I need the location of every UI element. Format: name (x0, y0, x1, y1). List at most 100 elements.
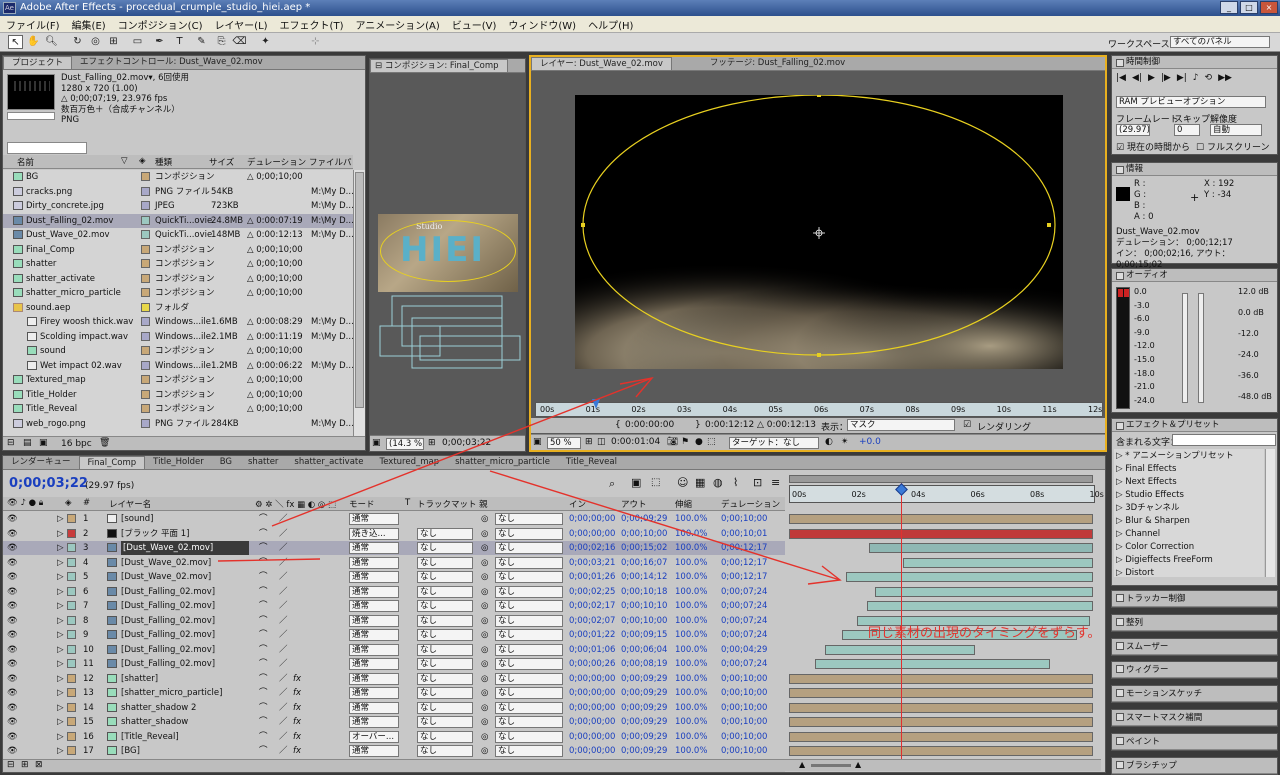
shy-switch-icon[interactable]: ⌒ (259, 512, 268, 526)
expand-triangle-icon[interactable]: ▷ (57, 599, 64, 613)
layer-str[interactable]: 100.0% (675, 657, 707, 671)
shy-switch-icon[interactable]: ⌒ (259, 614, 268, 628)
table-row[interactable]: 👁︎ ▷ 14 shatter_shadow 2 ⌒ ／ fx 通常 なし ◎ なし 0;00;00;… (3, 701, 785, 715)
list-item[interactable]: shatter コンポジション △ 0;00;10;00 (3, 257, 353, 271)
layer-bar[interactable] (845, 572, 1093, 582)
menu-item-5[interactable]: アニメーション(A) (349, 17, 445, 32)
expand-triangle-icon[interactable]: ▷ (57, 541, 64, 555)
expand-triangle-icon[interactable]: ▷ (1116, 529, 1125, 539)
hide-shy-icon[interactable]: ☺ (677, 476, 688, 489)
layer-out[interactable]: 0;00;09;29 (621, 512, 667, 526)
effect-category[interactable]: ▷ Final Effects (1116, 462, 1176, 476)
layer-in[interactable]: 0;00;00;00 (569, 715, 615, 729)
search-layer-icon[interactable]: ⌕ (609, 477, 615, 491)
shy-switch-icon[interactable]: ⌒ (259, 599, 268, 613)
table-row[interactable]: 👁︎ ▷ 10 [Dust_Falling_02.mov] ⌒ ／ 通常 なし ◎ なし 0;00;… (3, 643, 785, 657)
comp-time-display[interactable]: 0;00;03;22 (442, 438, 491, 448)
list-item[interactable]: Dirty_concrete.jpg JPEG 723KB M:\My D... (3, 199, 353, 213)
visibility-icon[interactable]: 👁︎ (7, 585, 18, 599)
table-row[interactable]: 👁︎ ▷ 2 [ブラック 平面 1] ⌒ ／ 焼き込... なし ◎ なし 0;00;00;00 0;… (3, 527, 785, 541)
pick-whip-icon[interactable]: ◎ (481, 527, 488, 541)
col-parent[interactable]: 親 (479, 498, 488, 510)
layer-label-swatch[interactable] (67, 557, 76, 567)
collapsed-panel-header[interactable]: 整列 (1112, 614, 1277, 631)
collapsed-panel-header[interactable]: モーションスケッチ (1112, 686, 1277, 703)
mode-select[interactable]: オーバー... (349, 730, 399, 743)
col-out[interactable]: アウト (621, 498, 647, 510)
layer-str[interactable]: 100.0% (675, 599, 707, 613)
parent-select[interactable]: なし (495, 730, 563, 743)
pick-whip-icon[interactable]: ◎ (481, 657, 488, 671)
pick-whip-icon[interactable]: ◎ (481, 570, 488, 584)
mode-select[interactable]: 通常 (349, 542, 399, 554)
col-size[interactable]: サイズ (209, 156, 234, 168)
menu-item-4[interactable]: エフェクト(T) (274, 17, 350, 32)
tab-timeline-1[interactable]: Final_Comp (78, 456, 146, 469)
effect-switch-icon[interactable]: fx (293, 686, 301, 700)
menu-item-8[interactable]: ヘルプ(H) (582, 17, 639, 32)
layer-bar[interactable] (789, 717, 1093, 727)
layer-in[interactable]: 0;00;00;00 (569, 730, 615, 744)
visibility-icon[interactable]: 👁︎ (7, 701, 18, 715)
layer-label-swatch[interactable] (67, 630, 76, 639)
tab-timeline-3[interactable]: BG (212, 456, 240, 469)
layer-label-swatch[interactable] (67, 615, 76, 625)
timeline-menu-icon[interactable]: ≡ (771, 476, 780, 489)
mode-select[interactable]: 通常 (349, 585, 399, 598)
layer-zoom-select[interactable]: 50 % (547, 437, 581, 449)
trackmatte-select[interactable]: なし (417, 527, 473, 540)
layer-switches-icon[interactable]: ⚙ ✲ ＼ fx ▦ ◐ ◎ ⬚ (255, 498, 336, 510)
info-header[interactable]: 情報 (1112, 163, 1277, 176)
layer-in[interactable]: 0;00;03;21 (569, 556, 615, 570)
effect-switch-icon[interactable]: fx (293, 715, 301, 729)
layer-in[interactable]: 0;00;00;00 (569, 527, 615, 541)
expand-triangle-icon[interactable]: ▷ (1116, 464, 1125, 474)
expand-triangle-icon[interactable]: ▷ (57, 715, 64, 729)
grid-icon[interactable]: ⊞ (585, 437, 593, 447)
trackmatte-select[interactable]: なし (417, 585, 473, 598)
trackmatte-select[interactable]: なし (417, 556, 473, 569)
layer-out[interactable]: 0;00;06;04 (621, 643, 667, 657)
display-select[interactable]: マスク (847, 419, 955, 431)
menu-item-3[interactable]: レイヤー(L) (208, 17, 273, 32)
prev-frame-icon[interactable]: ◀| (1132, 73, 1142, 83)
first-frame-icon[interactable]: |◀ (1116, 73, 1126, 83)
timeline-ruler[interactable]: 00s 02s 04s 06s 08s 10s (789, 485, 1104, 503)
visibility-icon[interactable]: 👁︎ (7, 657, 18, 671)
list-item[interactable]: Textured_map コンポジション △ 0;00;10;00 (3, 373, 353, 387)
layer-str[interactable]: 100.0% (675, 672, 707, 686)
layer-name[interactable]: shatter_shadow (121, 715, 188, 729)
menu-item-0[interactable]: ファイル(F) (0, 17, 66, 32)
label-swatch[interactable] (141, 215, 150, 225)
layer-dur[interactable]: 0;00;10;00 (721, 744, 767, 758)
layer-str[interactable]: 100.0% (675, 585, 707, 599)
mode-select[interactable]: 通常 (349, 687, 399, 699)
trackmatte-select[interactable]: なし (417, 600, 473, 612)
layer-canvas[interactable] (575, 95, 1063, 369)
effect-category[interactable]: ▷ Distort (1116, 566, 1154, 577)
layer-out[interactable]: 0;00;09;29 (621, 730, 667, 744)
pick-whip-icon[interactable]: ◎ (481, 686, 488, 700)
pick-whip-icon[interactable]: ◎ (481, 512, 488, 526)
mode-select[interactable]: 通常 (349, 614, 399, 627)
pick-whip-icon[interactable]: ◎ (481, 672, 488, 686)
collapsed-panel-header[interactable]: スマートマスク補間 (1112, 710, 1277, 726)
expand-triangle-icon[interactable]: ▷ (57, 556, 64, 570)
expand-triangle-icon[interactable]: ▷ (1116, 490, 1125, 500)
project-scrollbar[interactable] (353, 170, 365, 436)
mode-select[interactable]: 焼き込... (349, 527, 399, 540)
label-swatch[interactable] (141, 288, 150, 297)
effects-search-input[interactable] (1172, 434, 1276, 446)
mode-select[interactable]: 通常 (349, 571, 399, 583)
label-swatch[interactable] (141, 172, 150, 181)
pick-whip-icon[interactable]: ◎ (481, 730, 488, 744)
panel-6[interactable]: ペイント (1111, 732, 1278, 751)
tab-timeline-2[interactable]: Title_Holder (145, 456, 212, 469)
shy-switch-icon[interactable]: ⌒ (259, 701, 268, 715)
pick-whip-icon[interactable]: ◎ (481, 701, 488, 715)
pick-whip-icon[interactable]: ◎ (481, 541, 488, 555)
shy-switch-icon[interactable]: ⌒ (259, 541, 268, 555)
shy-switch-icon[interactable]: ⌒ (259, 628, 268, 642)
shy-switch-icon[interactable]: ⌒ (259, 556, 268, 570)
shy-switch-icon[interactable]: ⌒ (259, 570, 268, 584)
